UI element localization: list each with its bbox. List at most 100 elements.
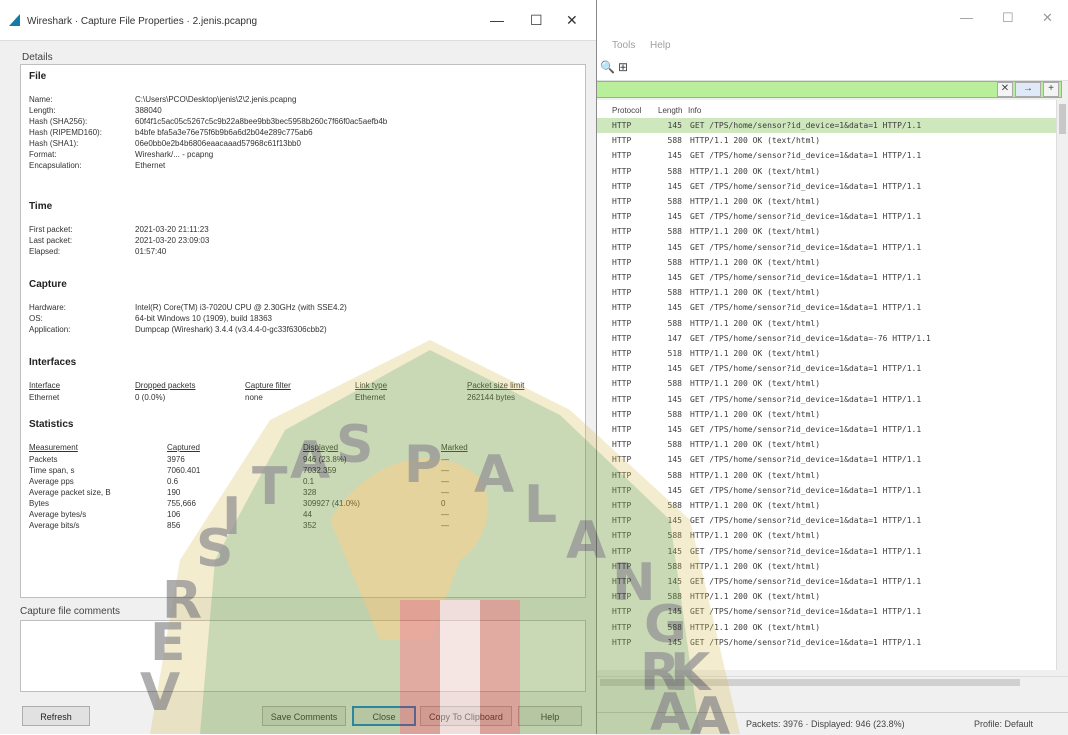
packet-row[interactable]: HTTP 588 HTTP/1.1 200 OK (text/html) [596, 498, 1056, 513]
packet-list[interactable]: Protocol Length Info HTTP 145 GET /TPS/hom… [596, 100, 1056, 670]
packet-info: HTTP/1.1 200 OK (text/html) [690, 531, 821, 541]
filter-add-icon[interactable]: + [1043, 82, 1059, 97]
main-close-button[interactable]: ✕ [1042, 10, 1053, 26]
packet-row[interactable]: HTTP 145 GET /TPS/home/sensor?id_device=1&… [596, 300, 1056, 315]
filter-apply-icon[interactable]: → [1015, 82, 1041, 97]
packet-row[interactable]: HTTP 588 HTTP/1.1 200 OK (text/html) [596, 224, 1056, 239]
capture-comments-textarea[interactable] [20, 620, 586, 692]
packet-info: HTTP/1.1 200 OK (text/html) [690, 409, 821, 419]
display-filter-input[interactable]: ✕ → + [596, 81, 1062, 98]
packet-protocol: HTTP [612, 151, 632, 161]
packet-list-horizontal-scrollbar[interactable] [596, 676, 1068, 689]
packet-length: 145 [667, 607, 682, 617]
packet-length: 588 [667, 227, 682, 237]
packet-length: 145 [667, 303, 682, 313]
dialog-maximize-button[interactable]: ☐ [530, 12, 543, 29]
packet-info: GET /TPS/home/sensor?id_device=1&data=1 … [690, 516, 922, 526]
packet-info: GET /TPS/home/sensor?id_device=1&data=1 … [690, 637, 922, 647]
packet-row[interactable]: HTTP 145 GET /TPS/home/sensor?id_device=1&… [596, 574, 1056, 589]
packet-row[interactable]: HTTP 588 HTTP/1.1 200 OK (text/html) [596, 376, 1056, 391]
capture-file-properties-dialog: Wireshark · Capture File Properties · 2.… [0, 0, 597, 734]
main-maximize-button[interactable]: ☐ [1002, 10, 1014, 26]
packet-row[interactable]: HTTP 588 HTTP/1.1 200 OK (text/html) [596, 407, 1056, 422]
packet-row[interactable]: HTTP 145 GET /TPS/home/sensor?id_device=1&… [596, 361, 1056, 376]
filter-clear-icon[interactable]: ✕ [997, 82, 1013, 97]
packet-info: HTTP/1.1 200 OK (text/html) [690, 622, 821, 632]
copy-to-clipboard-button[interactable]: Copy To Clipboard [420, 706, 512, 726]
packet-length: 145 [667, 455, 682, 465]
stat-captured: 7060.401 [167, 466, 201, 475]
packet-row[interactable]: HTTP 145 GET /TPS/home/sensor?id_device=1&… [596, 240, 1056, 255]
column-header-info[interactable]: Info [688, 106, 701, 115]
packet-info: HTTP/1.1 200 OK (text/html) [690, 349, 821, 358]
packet-row[interactable]: HTTP 588 HTTP/1.1 200 OK (text/html) [596, 559, 1056, 574]
refresh-button[interactable]: Refresh [22, 706, 90, 726]
stat-measurement: Average bytes/s [29, 510, 87, 519]
packet-row[interactable]: HTTP 145 GET /TPS/home/sensor?id_device=1&… [596, 209, 1056, 224]
packet-length: 145 [667, 516, 682, 526]
column-header-protocol[interactable]: Protocol [612, 106, 641, 115]
capture-comments-label: Capture file comments [20, 606, 121, 617]
packet-row[interactable]: HTTP 145 GET /TPS/home/sensor?id_device=1&… [596, 392, 1056, 407]
packet-row[interactable]: HTTP 145 GET /TPS/home/sensor?id_device=1&… [596, 118, 1056, 133]
dialog-close-button[interactable]: ✕ [566, 12, 578, 29]
resize-columns-icon[interactable]: ⊞ [618, 60, 628, 74]
packet-info: GET /TPS/home/sensor?id_device=1&data=1 … [690, 151, 922, 161]
packet-list-vertical-scrollbar[interactable] [1056, 100, 1068, 670]
packet-length: 145 [667, 242, 682, 252]
packet-length: 145 [667, 364, 682, 374]
packet-row[interactable]: HTTP 145 GET /TPS/home/sensor?id_device=1&… [596, 544, 1056, 559]
packet-row[interactable]: HTTP 588 HTTP/1.1 200 OK (text/html) [596, 133, 1056, 148]
stat-captured: 106 [167, 510, 181, 519]
packet-row[interactable]: HTTP 588 HTTP/1.1 200 OK (text/html) [596, 620, 1056, 635]
section-file-heading: File [29, 71, 47, 82]
encapsulation-label: Encapsulation: [29, 161, 82, 170]
packet-row[interactable]: HTTP 145 GET /TPS/home/sensor?id_device=1&… [596, 635, 1056, 650]
packet-protocol: HTTP [612, 531, 632, 541]
stat-measurement: Average bits/s [29, 521, 80, 530]
packet-row[interactable]: HTTP 145 GET /TPS/home/sensor?id_device=1&… [596, 179, 1056, 194]
close-button[interactable]: Close [352, 706, 416, 726]
packet-row[interactable]: HTTP 147 GET /TPS/home/sensor?id_device=1&… [596, 331, 1056, 346]
packet-row[interactable]: HTTP 588 HTTP/1.1 200 OK (text/html) [596, 468, 1056, 483]
hardware-value: Intel(R) Core(TM) i3-7020U CPU @ 2.30GHz… [135, 303, 347, 312]
packet-row[interactable]: HTTP 145 GET /TPS/home/sensor?id_device=1&… [596, 270, 1056, 285]
packet-row[interactable]: HTTP 588 HTTP/1.1 200 OK (text/html) [596, 437, 1056, 452]
column-header-length[interactable]: Length [658, 106, 682, 115]
packet-row[interactable]: HTTP 145 GET /TPS/home/sensor?id_device=1&… [596, 452, 1056, 467]
save-comments-button[interactable]: Save Comments [262, 706, 346, 726]
packet-row[interactable]: HTTP 588 HTTP/1.1 200 OK (text/html) [596, 285, 1056, 300]
details-panel[interactable]: File Name: C:\Users\PCO\Desktop\jenis\2\… [20, 64, 586, 598]
packet-row[interactable]: HTTP 145 GET /TPS/home/sensor?id_device=1&… [596, 148, 1056, 163]
packet-row[interactable]: HTTP 145 GET /TPS/home/sensor?id_device=1&… [596, 604, 1056, 619]
stat-measurement: Average packet size, B [29, 488, 111, 497]
main-minimize-button[interactable]: — [960, 10, 973, 25]
packet-row[interactable]: HTTP 588 HTTP/1.1 200 OK (text/html) [596, 316, 1056, 331]
help-button[interactable]: Help [518, 706, 582, 726]
packet-row[interactable]: HTTP 518 HTTP/1.1 200 OK (text/html) [596, 346, 1056, 361]
packet-length: 588 [667, 166, 682, 176]
packet-row[interactable]: HTTP 145 GET /TPS/home/sensor?id_device=1&… [596, 513, 1056, 528]
stat-marked: — [441, 510, 449, 519]
dialog-minimize-button[interactable]: — [490, 12, 504, 28]
packet-row[interactable]: HTTP 145 GET /TPS/home/sensor?id_device=1&… [596, 483, 1056, 498]
packet-info: HTTP/1.1 200 OK (text/html) [690, 136, 821, 146]
zoom-icon[interactable]: 🔍 [600, 60, 615, 74]
interface-link-type-value: Ethernet [355, 393, 386, 402]
packet-row[interactable]: HTTP 145 GET /TPS/home/sensor?id_device=1&… [596, 422, 1056, 437]
packet-info: GET /TPS/home/sensor?id_device=1&data=1 … [690, 546, 922, 556]
stat-measurement: Bytes [29, 499, 50, 508]
status-profile[interactable]: Profile: Default [974, 719, 1033, 729]
packet-protocol: HTTP [612, 364, 632, 374]
hash-sha256-label: Hash (SHA256): [29, 117, 88, 126]
packet-row[interactable]: HTTP 588 HTTP/1.1 200 OK (text/html) [596, 528, 1056, 543]
packet-row[interactable]: HTTP 588 HTTP/1.1 200 OK (text/html) [596, 589, 1056, 604]
menu-help[interactable]: Help [650, 40, 671, 51]
section-time-heading: Time [29, 201, 53, 212]
packet-row[interactable]: HTTP 588 HTTP/1.1 200 OK (text/html) [596, 164, 1056, 179]
packet-row[interactable]: HTTP 588 HTTP/1.1 200 OK (text/html) [596, 194, 1056, 209]
interface-dropped-value: 0 (0.0%) [135, 393, 166, 402]
packet-row[interactable]: HTTP 588 HTTP/1.1 200 OK (text/html) [596, 255, 1056, 270]
packet-protocol: HTTP [612, 333, 632, 343]
menu-tools[interactable]: Tools [612, 40, 635, 51]
